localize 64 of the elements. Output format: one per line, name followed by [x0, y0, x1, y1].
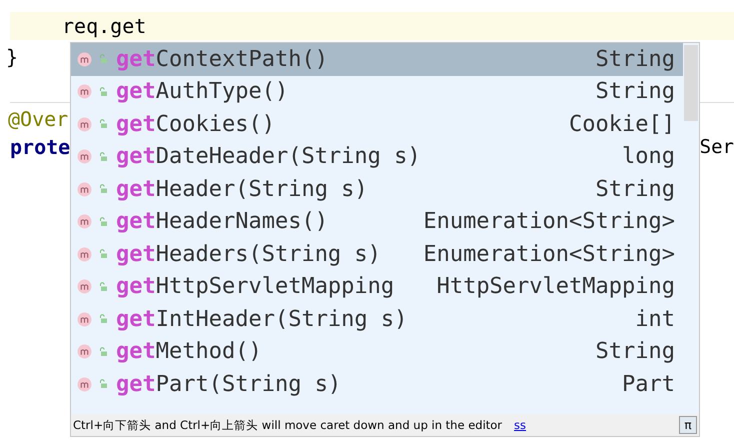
method-icon — [77, 182, 92, 197]
completion-item[interactable]: getHeaderNames() Enumeration<String> — [71, 206, 683, 238]
return-type: String — [596, 79, 675, 104]
return-type: Enumeration<String> — [423, 242, 675, 267]
method-icon — [77, 376, 92, 392]
return-type: String — [596, 339, 675, 364]
completion-item[interactable]: getMethod() String — [71, 336, 683, 368]
return-type: Cookie[] — [569, 112, 675, 137]
lock-icon — [98, 86, 108, 97]
lock-icon — [98, 379, 108, 390]
method-icon — [77, 344, 92, 360]
method-name: getIntHeader(String s) — [116, 306, 408, 332]
lock-icon — [98, 249, 108, 260]
method-icon — [77, 246, 92, 262]
return-type: long — [622, 144, 675, 170]
completion-item[interactable]: getHeader(String s) String — [71, 173, 683, 206]
lock-icon — [98, 346, 108, 357]
lock-icon — [98, 54, 108, 64]
completion-item[interactable]: getIntHeader(String s) int — [71, 303, 683, 336]
method-icon — [77, 214, 92, 230]
method-name: getContextPath() — [116, 46, 329, 72]
method-icon — [77, 116, 92, 132]
completion-item[interactable]: getContextPath() String — [71, 43, 683, 76]
completion-item[interactable]: getCookies() Cookie[] — [71, 108, 683, 140]
return-type: Enumeration<String> — [423, 209, 675, 234]
method-name: getHttpServletMapping — [116, 274, 396, 300]
return-type: int — [635, 306, 675, 332]
method-name: getCookies() — [116, 112, 276, 137]
method-name: getDateHeader(String s) — [116, 144, 422, 170]
shortcut-link[interactable]: ss — [514, 418, 526, 432]
code-text: Ser — [700, 136, 734, 158]
completion-item[interactable]: getHeaders(String s) Enumeration<String> — [71, 238, 683, 270]
lock-icon — [98, 184, 108, 194]
method-name: getHeaderNames() — [116, 209, 329, 234]
return-type: String — [596, 46, 675, 72]
return-type: Part — [622, 372, 675, 397]
lock-icon — [98, 282, 108, 292]
method-name: getAuthType() — [116, 79, 290, 104]
completion-item[interactable]: getHttpServletMapping HttpServletMapping — [71, 270, 683, 303]
method-icon — [77, 84, 92, 100]
method-name: getMethod() — [116, 339, 263, 364]
return-type: HttpServletMapping — [436, 274, 675, 300]
completion-item[interactable]: getDateHeader(String s) long — [71, 140, 683, 173]
pin-button[interactable]: π — [679, 416, 697, 434]
lock-icon — [98, 119, 108, 130]
lock-icon — [98, 216, 108, 227]
method-icon — [77, 52, 92, 67]
return-type: String — [596, 176, 675, 202]
method-name: getPart(String s) — [116, 372, 342, 397]
method-name: getHeader(String s) — [116, 176, 369, 202]
method-icon — [77, 149, 92, 164]
lock-icon — [98, 152, 108, 162]
keyword-text: prote — [10, 135, 70, 159]
code-text: req.get — [62, 14, 146, 38]
code-text: } — [6, 45, 18, 69]
method-icon — [77, 312, 92, 327]
completion-item[interactable]: getAuthType() String — [71, 76, 683, 108]
method-icon — [77, 279, 92, 294]
scrollbar-thumb[interactable] — [684, 45, 698, 121]
method-name: getHeaders(String s) — [116, 242, 382, 267]
completion-item[interactable]: getPart(String s) Part — [71, 368, 683, 400]
lock-icon — [98, 314, 108, 324]
hint-text: Ctrl+向下箭头 and Ctrl+向上箭头 will move caret down and up in the editor — [73, 418, 502, 432]
annotation-text: @Over — [8, 107, 68, 131]
